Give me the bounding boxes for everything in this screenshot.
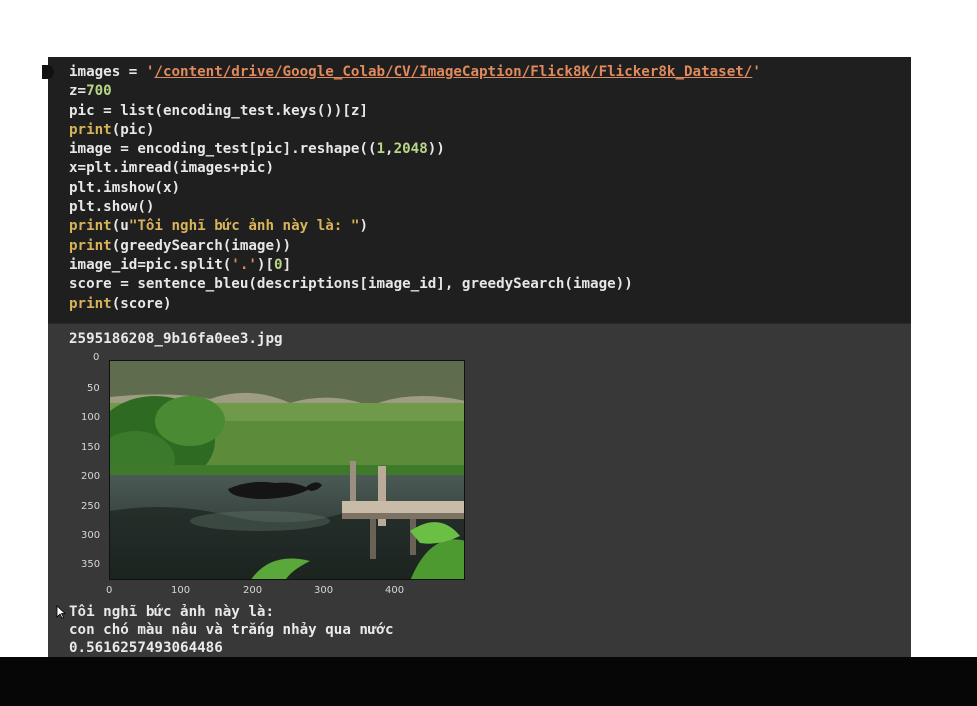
code-token: 700 — [86, 83, 112, 100]
x-tick-label: 300 — [314, 585, 334, 596]
code-token: (greedySearch(image)) — [111, 237, 292, 254]
code-token: )[ — [256, 256, 275, 273]
y-tick-label: 200 — [81, 471, 101, 482]
y-tick-label: 150 — [81, 442, 101, 453]
code-token: "Tôi nghĩ bức ảnh này là: " — [128, 218, 360, 235]
code-token: z= — [69, 83, 87, 100]
code-token: 2048 — [393, 141, 428, 158]
code-token: image = encoding_test[pic].reshape(( — [69, 141, 377, 158]
y-tick-label: 300 — [81, 530, 101, 541]
code-line[interactable]: print(pic) — [69, 121, 761, 140]
y-tick-label: 350 — [81, 559, 101, 570]
code-line[interactable]: image = encoding_test[pic].reshape((1,20… — [69, 140, 761, 159]
code-token: )) — [427, 141, 445, 158]
code-line[interactable]: plt.show() — [69, 198, 761, 217]
output-filename: 2595186208_9b16fa0ee3.jpg — [69, 331, 283, 347]
code-token: (pic) — [111, 121, 155, 138]
x-tick-label: 200 — [243, 585, 263, 596]
code-token: 1 — [376, 141, 386, 158]
code-token: ' — [752, 64, 761, 80]
code-token: ] — [282, 256, 292, 273]
code-token: (score) — [111, 295, 172, 312]
generated-caption: con chó màu nâu và trắng nhảy qua nước — [69, 622, 394, 638]
x-tick-label: 400 — [385, 585, 405, 596]
run-cell-button[interactable] — [42, 65, 54, 79]
code-token: score = sentence_bleu(descriptions[image… — [69, 276, 633, 293]
bottom-black-bar — [0, 657, 977, 706]
code-editor[interactable]: images = '/content/drive/Google_Colab/CV… — [42, 57, 911, 324]
code-token: print — [69, 237, 112, 254]
code-line[interactable]: plt.imshow(x) — [69, 179, 761, 198]
code-token: '.' — [231, 256, 257, 273]
code-token: images = — [69, 64, 146, 80]
code-line[interactable]: image_id=pic.split('.')[0] — [69, 256, 761, 275]
code-token: print — [69, 218, 112, 235]
code-token: print — [69, 295, 112, 312]
y-tick-label: 250 — [81, 501, 101, 512]
code-token: pic = list(encoding_test.keys())[z] — [69, 102, 368, 119]
code-token: (u — [111, 218, 129, 235]
y-tick-label: 50 — [87, 383, 100, 394]
code-token: x=plt.imread(images+pic) — [69, 160, 274, 177]
mouse-cursor-icon — [56, 604, 67, 619]
x-tick-label: 100 — [171, 585, 191, 596]
code-token: print — [69, 121, 112, 138]
x-tick-label: 0 — [106, 585, 113, 596]
photo-dog-jumping-pond-icon — [110, 361, 464, 579]
displayed-photo — [109, 360, 465, 580]
code-line[interactable]: score = sentence_bleu(descriptions[image… — [69, 275, 761, 294]
code-token: 0 — [274, 256, 283, 273]
code-token: plt.imshow(x) — [69, 179, 181, 196]
code-token: /content/drive/Google_Colab/CV/ImageCapt… — [154, 64, 753, 80]
code-token: image_id=pic.split( — [69, 256, 232, 273]
code-token: , — [385, 141, 394, 158]
y-tick-label: 0 — [93, 352, 100, 363]
code-line[interactable]: images = '/content/drive/Google_Colab/CV… — [69, 63, 761, 82]
code-line[interactable]: print(score) — [69, 295, 761, 314]
code-lines[interactable]: images = '/content/drive/Google_Colab/CV… — [69, 63, 761, 314]
code-line[interactable]: pic = list(encoding_test.keys())[z] — [69, 102, 761, 121]
y-tick-label: 100 — [81, 412, 101, 423]
code-token: ) — [359, 218, 368, 235]
code-line[interactable]: z=700 — [69, 82, 761, 101]
code-line[interactable]: x=plt.imread(images+pic) — [69, 159, 761, 178]
code-token: plt.show() — [69, 199, 155, 216]
bleu-score: 0.5616257493064486 — [69, 640, 223, 656]
code-line[interactable]: print(greedySearch(image)) — [69, 237, 761, 256]
code-line[interactable]: print(u"Tôi nghĩ bức ảnh này là: ") — [69, 217, 761, 236]
caption-intro: Tôi nghĩ bức ảnh này là: — [69, 604, 274, 620]
